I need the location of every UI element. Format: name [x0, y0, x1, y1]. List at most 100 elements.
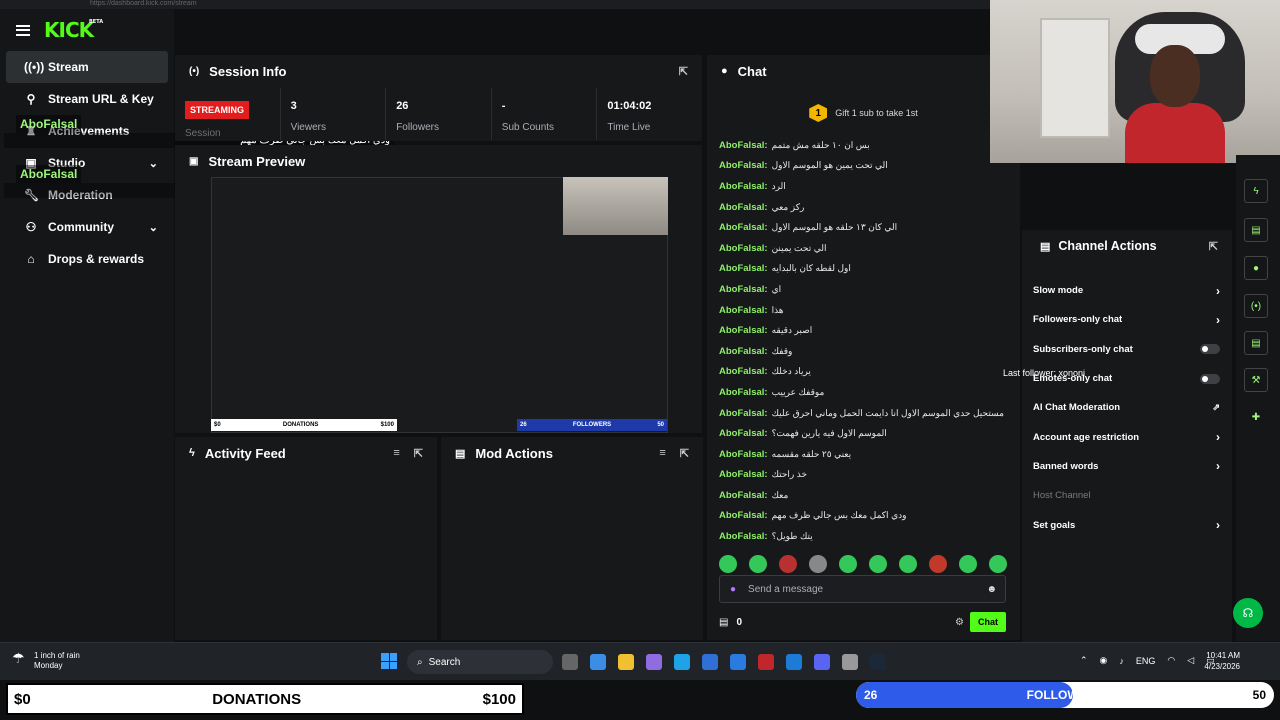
host-channel-item: Host Channel	[1033, 490, 1091, 502]
wifi-icon[interactable]: ◠	[1167, 655, 1175, 666]
chevron-up-icon[interactable]: ⌃	[1080, 655, 1088, 666]
emote-icon[interactable]	[839, 555, 857, 573]
emote-icon[interactable]	[809, 555, 827, 573]
mod-actions-panel: ▤ Mod Actions ≡ ⇱	[441, 437, 703, 640]
filter-icon[interactable]: ≡	[659, 447, 665, 460]
wrench-icon[interactable]: ⚒	[1244, 368, 1268, 392]
chat-message: AboFalsal: يرياد دخلك	[719, 366, 811, 378]
last-follower-overlay: Last follower: xononi	[1003, 368, 1086, 378]
chat-bubble-icon: ●	[721, 65, 728, 77]
gift-box-icon[interactable]: ▤	[719, 617, 728, 628]
task-view-icon[interactable]	[562, 654, 578, 670]
sidebar-item-label: Stream	[48, 60, 89, 74]
gift-count-badge: 1	[809, 104, 828, 122]
microphone-icon[interactable]: ♪	[1119, 656, 1124, 666]
microphone-icon[interactable]: ●	[730, 584, 736, 595]
search-icon: ⌕	[417, 656, 423, 668]
stat-label: Time Live	[607, 122, 651, 133]
banned-words-item[interactable]: Banned words ›	[1022, 452, 1232, 481]
store-icon[interactable]	[702, 654, 718, 670]
sidebar: KICK BETA ((•)) Stream ⚲ Stream URL & Key…	[0, 9, 174, 642]
ai-chat-moderation-item[interactable]: AI Chat Moderation ⇗	[1022, 393, 1232, 422]
activity-feed-panel: ϟ Activity Feed ≡ ⇱	[175, 437, 437, 640]
obs-icon[interactable]	[842, 654, 858, 670]
sidebar-item-label: Stream URL & Key	[48, 92, 154, 106]
app-icon[interactable]	[758, 654, 774, 670]
chat-header: ● Chat	[707, 55, 1020, 87]
browser-address-bar[interactable]: https://dashboard.kick.com/stream	[0, 0, 990, 9]
emote-icon[interactable]	[719, 555, 737, 573]
windows-taskbar: ☂ 1 inch of rain Monday ⌕ Search ⌃ ◉ ♪ E…	[0, 642, 1280, 680]
filter-icon[interactable]: ≡	[393, 447, 399, 460]
taskbar-search[interactable]: ⌕ Search	[407, 650, 553, 674]
add-widget-icon[interactable]: ✚	[1244, 405, 1268, 429]
chat-input[interactable]: ● Send a message ☻	[719, 575, 1006, 603]
subscribers-only-toggle[interactable]	[1200, 344, 1220, 355]
channel-icon[interactable]: ▤	[1244, 331, 1268, 355]
popout-icon[interactable]: ⇱	[414, 447, 423, 460]
stat-time-live: 01:04:02 Time Live	[597, 88, 702, 140]
mail-icon[interactable]	[786, 654, 802, 670]
gear-icon[interactable]: ⚙	[955, 617, 964, 628]
emote-icon[interactable]	[749, 555, 767, 573]
start-button[interactable]	[381, 653, 397, 669]
followers-current: 26	[864, 688, 878, 702]
account-age-restriction-item[interactable]: Account age restriction ›	[1022, 422, 1232, 451]
chevron-down-icon: ⌄	[148, 221, 158, 234]
sidebar-item-drops-rewards[interactable]: ⌂ Drops & rewards	[6, 243, 168, 275]
chat-message: AboFalsal: اول لقطه كان بالبدايه	[719, 263, 851, 275]
kick-logo[interactable]: KICK BETA	[44, 18, 103, 42]
stat-value: 26	[396, 100, 409, 112]
discord-icon[interactable]	[814, 654, 830, 670]
preview-webcam	[563, 177, 668, 235]
tray-icon[interactable]: ◉	[1100, 655, 1108, 666]
chat-message-list[interactable]: AboFalsal: بس ان ١٠ حلقه مش متمم AboFalsa…	[719, 135, 1014, 547]
subscribers-only-item[interactable]: Subscribers-only chat	[1022, 335, 1232, 364]
popout-icon[interactable]: ⇱	[680, 447, 689, 460]
edge-icon[interactable]	[674, 654, 690, 670]
emote-icon[interactable]	[959, 555, 977, 573]
system-tray: ⌃ ◉ ♪ ENG ◠ ◁ ▭	[1080, 655, 1215, 666]
app-icon[interactable]	[590, 654, 606, 670]
weather-widget[interactable]: ☂ 1 inch of rain Monday	[12, 651, 80, 671]
emote-icon[interactable]	[989, 555, 1007, 573]
volume-icon[interactable]: ◁	[1187, 655, 1194, 666]
panel-title: Chat	[737, 63, 767, 79]
followers-only-item[interactable]: Followers-only chat ›	[1022, 305, 1232, 334]
menu-icon[interactable]	[16, 24, 30, 36]
emotes-only-toggle[interactable]	[1200, 373, 1220, 384]
lightning-icon[interactable]: ϟ	[1244, 179, 1268, 203]
emote-icon[interactable]	[899, 555, 917, 573]
emote-icon[interactable]	[869, 555, 887, 573]
popout-icon[interactable]: ⇱	[679, 65, 688, 78]
steam-icon[interactable]	[870, 654, 886, 670]
broadcast-icon[interactable]: (•)	[1244, 294, 1268, 318]
chat-message: AboFalsal: بس ان ١٠ حلقه مش متمم	[719, 139, 870, 151]
send-chat-button[interactable]: Chat	[970, 612, 1006, 632]
clock[interactable]: 10:41 AM 4/23/2026	[1204, 650, 1240, 672]
channel-actions-header: ▤ Channel Actions ⇱	[1022, 230, 1232, 262]
chat-message: AboFalsal: الموسم الاول فيه يارين فهمت؟	[719, 428, 887, 440]
right-rail: ϟ ▤ ● (•) ▤ ⚒ ✚	[1236, 155, 1280, 641]
app-icon[interactable]	[646, 654, 662, 670]
emoji-icon[interactable]: ☻	[986, 584, 997, 595]
sidebar-item-stream-url-key[interactable]: ⚲ Stream URL & Key	[6, 83, 168, 115]
followers-target: 50	[1252, 688, 1266, 702]
sidebar-item-stream[interactable]: ((•)) Stream	[6, 51, 168, 83]
clipboard-icon[interactable]: ▤	[1244, 218, 1268, 242]
language-indicator[interactable]: ENG	[1136, 656, 1156, 666]
slow-mode-item[interactable]: Slow mode ›	[1022, 276, 1232, 305]
emote-bar	[719, 555, 1007, 573]
emote-icon[interactable]	[929, 555, 947, 573]
app-icon[interactable]	[730, 654, 746, 670]
sidebar-item-community[interactable]: ⚇ Community ⌄	[6, 211, 168, 243]
emote-icon[interactable]	[779, 555, 797, 573]
popout-icon[interactable]: ⇱	[1209, 240, 1218, 253]
stream-status: STREAMING Session	[175, 88, 281, 140]
gift-sub-banner[interactable]: 1 Gift 1 sub to take 1st	[707, 99, 1020, 127]
set-goals-item[interactable]: Set goals ›	[1022, 510, 1232, 539]
stat-label: Session	[185, 128, 221, 139]
support-icon[interactable]: ☊	[1233, 598, 1263, 628]
file-explorer-icon[interactable]	[618, 654, 634, 670]
chat-bubble-icon[interactable]: ●	[1244, 256, 1268, 280]
